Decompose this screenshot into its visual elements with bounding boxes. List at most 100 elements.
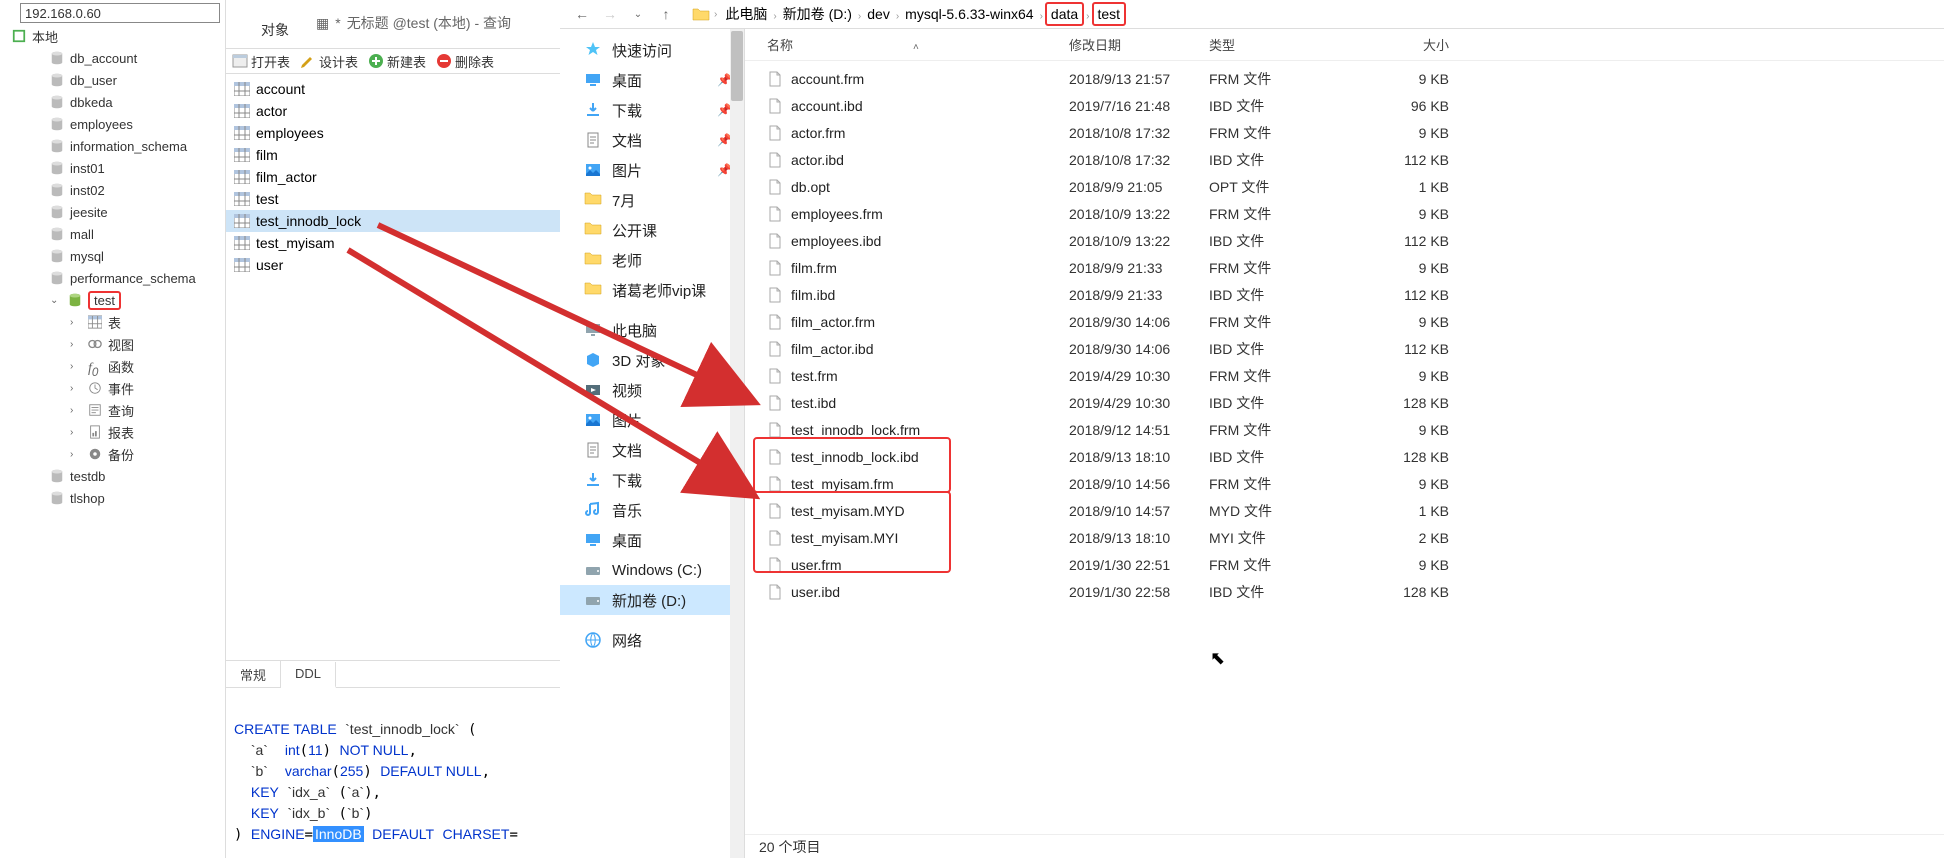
file-icon [767, 233, 783, 249]
file-row[interactable]: db.opt2018/9/9 21:05OPT 文件1 KB [745, 173, 1944, 200]
tree-db[interactable]: tlshop [10, 487, 220, 509]
back-button[interactable]: ← [570, 2, 594, 26]
file-icon [767, 476, 783, 492]
table-item[interactable]: actor [226, 100, 560, 122]
nav-item[interactable]: 此电脑 [560, 315, 744, 345]
nav-item[interactable]: 音乐 [560, 495, 744, 525]
design-table-button[interactable]: 设计表 [300, 52, 358, 71]
tab-ddl[interactable]: DDL [281, 662, 336, 688]
file-row[interactable]: test.ibd2019/4/29 10:30IBD 文件128 KB [745, 389, 1944, 416]
nav-item[interactable]: 图片📌 [560, 155, 744, 185]
tree-sub-item[interactable]: ›事件 [10, 377, 220, 399]
nav-item[interactable]: 文档📌 [560, 125, 744, 155]
nav-item[interactable]: 下载 [560, 465, 744, 495]
file-row[interactable]: film.frm2018/9/9 21:33FRM 文件9 KB [745, 254, 1944, 281]
file-row[interactable]: test_innodb_lock.frm2018/9/12 14:51FRM 文… [745, 416, 1944, 443]
forward-button[interactable]: → [598, 2, 622, 26]
table-item[interactable]: film_actor [226, 166, 560, 188]
file-row[interactable]: test_innodb_lock.ibd2018/9/13 18:10IBD 文… [745, 443, 1944, 470]
breadcrumb-segment[interactable]: mysql-5.6.33-winx64 [901, 4, 1037, 24]
tree-db[interactable]: performance_schema [10, 267, 220, 289]
tree-db[interactable]: inst01 [10, 157, 220, 179]
tree-sub-item[interactable]: ›视图 [10, 333, 220, 355]
file-row[interactable]: employees.frm2018/10/9 13:22FRM 文件9 KB [745, 200, 1944, 227]
file-row[interactable]: film_actor.ibd2018/9/30 14:06IBD 文件112 K… [745, 335, 1944, 362]
file-row[interactable]: film_actor.frm2018/9/30 14:06FRM 文件9 KB [745, 308, 1944, 335]
recent-dropdown[interactable]: ⌄ [626, 2, 650, 26]
file-row[interactable]: test.frm2019/4/29 10:30FRM 文件9 KB [745, 362, 1944, 389]
tree-db[interactable]: db_user [10, 69, 220, 91]
open-table-button[interactable]: 打开表 [232, 52, 290, 71]
tree-sub-item[interactable]: ›查询 [10, 399, 220, 421]
table-item[interactable]: employees [226, 122, 560, 144]
file-row[interactable]: test_myisam.frm2018/9/10 14:56FRM 文件9 KB [745, 470, 1944, 497]
nav-item[interactable]: 快速访问 [560, 35, 744, 65]
star-icon [584, 41, 602, 59]
tree-sub-item[interactable]: ›表 [10, 311, 220, 333]
file-row[interactable]: account.ibd2019/7/16 21:48IBD 文件96 KB [745, 92, 1944, 119]
table-item[interactable]: test_innodb_lock [226, 210, 560, 232]
breadcrumb-segment[interactable]: 此电脑 [721, 4, 771, 24]
file-row[interactable]: employees.ibd2018/10/9 13:22IBD 文件112 KB [745, 227, 1944, 254]
nav-scrollbar[interactable] [730, 29, 744, 858]
up-button[interactable]: ↑ [654, 2, 678, 26]
nav-item[interactable]: 老师 [560, 245, 744, 275]
col-type[interactable]: 类型 [1209, 35, 1359, 54]
breadcrumb-segment[interactable]: test [1092, 2, 1127, 26]
column-headers[interactable]: 名称˄ 修改日期 类型 大小 [745, 29, 1944, 61]
breadcrumb-segment[interactable]: 新加卷 (D:) [779, 4, 856, 24]
nav-item[interactable]: 图片 [560, 405, 744, 435]
col-name[interactable]: 名称 [767, 38, 793, 53]
nav-item[interactable]: 下载📌 [560, 95, 744, 125]
delete-table-button[interactable]: 删除表 [436, 52, 494, 71]
nav-item[interactable]: 7月 [560, 185, 744, 215]
col-date[interactable]: 修改日期 [1069, 35, 1209, 54]
nav-item[interactable]: 诸葛老师vip课 [560, 275, 744, 305]
table-icon [88, 315, 102, 329]
table-item[interactable]: test_myisam [226, 232, 560, 254]
tree-sub-item[interactable]: ›报表 [10, 421, 220, 443]
breadcrumb-segment[interactable]: dev [863, 4, 894, 24]
tree-db[interactable]: db_account [10, 47, 220, 69]
tree-sub-item[interactable]: ›f0函数 [10, 355, 220, 377]
tree-db-test[interactable]: ⌄ test [10, 289, 121, 311]
tree-db[interactable]: information_schema [10, 135, 220, 157]
nav-item[interactable]: 视频 [560, 375, 744, 405]
tree-db[interactable]: dbkeda [10, 91, 220, 113]
nav-item[interactable]: 桌面 [560, 525, 744, 555]
file-row[interactable]: actor.frm2018/10/8 17:32FRM 文件9 KB [745, 119, 1944, 146]
tree-db[interactable]: jeesite [10, 201, 220, 223]
file-row[interactable]: test_myisam.MYD2018/9/10 14:57MYD 文件1 KB [745, 497, 1944, 524]
file-row[interactable]: test_myisam.MYI2018/9/13 18:10MYI 文件2 KB [745, 524, 1944, 551]
table-item[interactable]: test [226, 188, 560, 210]
file-row[interactable]: user.ibd2019/1/30 22:58IBD 文件128 KB [745, 578, 1944, 605]
tree-db[interactable]: employees [10, 113, 220, 135]
tree-db[interactable]: inst02 [10, 179, 220, 201]
col-size[interactable]: 大小 [1359, 35, 1459, 54]
table-item[interactable]: user [226, 254, 560, 276]
db-tool-panel: 本地 db_accountdb_userdbkedaemployeesinfor… [0, 0, 560, 858]
tree-db[interactable]: mall [10, 223, 220, 245]
nav-item[interactable]: 公开课 [560, 215, 744, 245]
new-table-button[interactable]: 新建表 [368, 52, 426, 71]
file-row[interactable]: film.ibd2018/9/9 21:33IBD 文件112 KB [745, 281, 1944, 308]
tab-general[interactable]: 常规 [226, 661, 281, 687]
file-row[interactable]: actor.ibd2018/10/8 17:32IBD 文件112 KB [745, 146, 1944, 173]
file-row[interactable]: account.frm2018/9/13 21:57FRM 文件9 KB [745, 65, 1944, 92]
nav-item[interactable]: 文档 [560, 435, 744, 465]
table-item[interactable]: film [226, 144, 560, 166]
nav-item[interactable]: 3D 对象 [560, 345, 744, 375]
nav-item[interactable]: 新加卷 (D:) [560, 585, 744, 615]
query-tab[interactable]: ▦ *无标题 @test (本地) - 查询 [316, 13, 511, 33]
nav-item[interactable]: 桌面📌 [560, 65, 744, 95]
tree-sub-item[interactable]: ›备份 [10, 443, 220, 465]
table-item[interactable]: account [226, 78, 560, 100]
nav-item[interactable]: 网络 [560, 625, 744, 655]
tree-db[interactable]: testdb [10, 465, 220, 487]
address-input[interactable] [20, 3, 220, 23]
nav-item[interactable]: Windows (C:) [560, 555, 744, 585]
tree-root[interactable]: 本地 [10, 25, 220, 47]
breadcrumb-segment[interactable]: data [1045, 2, 1084, 26]
tree-db[interactable]: mysql [10, 245, 220, 267]
file-row[interactable]: user.frm2019/1/30 22:51FRM 文件9 KB [745, 551, 1944, 578]
